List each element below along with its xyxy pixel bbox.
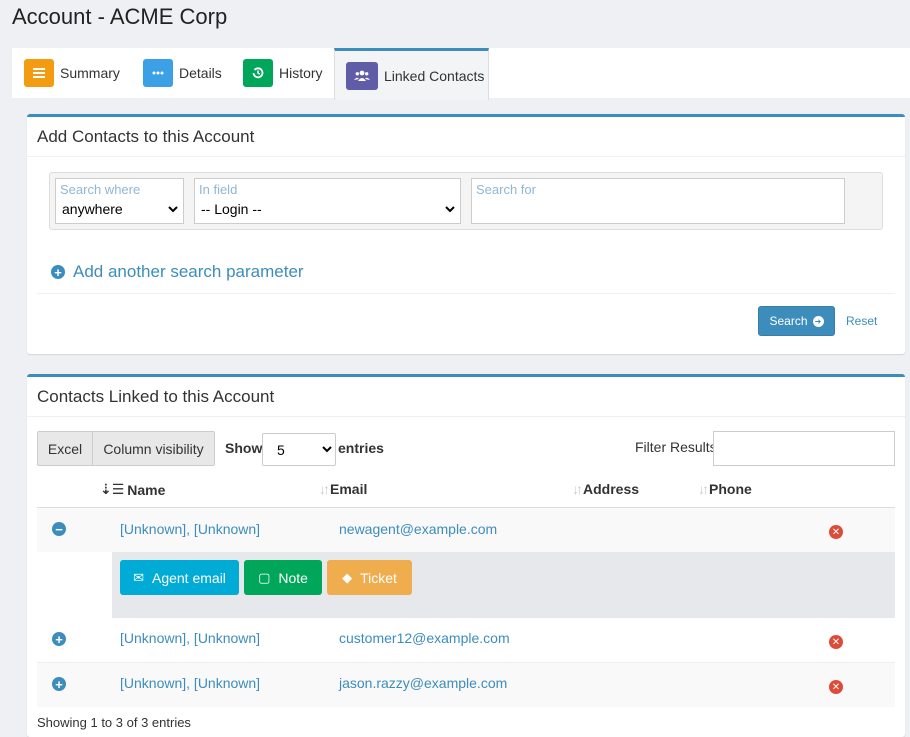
- envelope-icon: ✉: [133, 569, 144, 585]
- arrow-right-circle-icon: ➜: [812, 315, 824, 327]
- contact-email-link[interactable]: newagent@example.com: [339, 521, 497, 537]
- tab-bar: Summary Details History Linked Contacts: [12, 48, 910, 100]
- search-where-label: Search where: [60, 182, 141, 197]
- linked-contacts-panel: Contacts Linked to this Account Excel Co…: [27, 374, 905, 737]
- sort-desc-icon: ⇣☰: [100, 481, 125, 497]
- column-label: Address: [583, 481, 640, 497]
- divider: [37, 293, 895, 294]
- search-for-field[interactable]: Search for: [471, 178, 845, 224]
- row-actions-area: ✉ Agent email ▢ Note ◆ Ticket: [112, 552, 895, 618]
- column-header-phone[interactable]: ↓↑ Phone: [698, 481, 752, 497]
- filter-label: Filter Results: [635, 439, 717, 455]
- contact-name-link[interactable]: [Unknown], [Unknown]: [120, 675, 260, 691]
- list-icon: [24, 59, 54, 87]
- table-row: − [Unknown], [Unknown] newagent@example.…: [37, 508, 895, 552]
- contact-email-link[interactable]: jason.razzy@example.com: [339, 675, 507, 691]
- ticket-button[interactable]: ◆ Ticket: [327, 560, 412, 595]
- in-field-field: In field -- Login --: [194, 178, 461, 224]
- button-label: Note: [278, 569, 308, 586]
- note-button[interactable]: ▢ Note: [244, 560, 322, 595]
- history-icon: [243, 59, 273, 87]
- sort-icon: ↓↑: [698, 481, 709, 497]
- note-icon: ▢: [258, 569, 271, 585]
- column-label: Phone: [709, 481, 752, 497]
- page-title: Account - ACME Corp: [12, 4, 228, 29]
- dots-icon: [143, 59, 173, 87]
- button-label: Agent email: [151, 569, 226, 586]
- minus-circle-icon[interactable]: −: [52, 522, 66, 536]
- remove-icon[interactable]: ✕: [829, 680, 843, 694]
- column-label: Email: [330, 481, 368, 497]
- filter-input[interactable]: [713, 431, 895, 466]
- page-length-select[interactable]: 5: [262, 433, 336, 466]
- search-where-field: Search where anywhere: [55, 178, 184, 224]
- add-param-label: Add another search parameter: [73, 262, 304, 281]
- button-label: Ticket: [360, 569, 397, 586]
- panel-title: Add Contacts to this Account: [27, 117, 905, 157]
- column-header-address[interactable]: ↓↑ Address: [572, 481, 639, 497]
- table-row: + [Unknown], [Unknown] jason.razzy@examp…: [37, 663, 895, 707]
- tab-linked-contacts[interactable]: Linked Contacts: [334, 48, 489, 100]
- column-header-email[interactable]: ↓↑ Email: [319, 481, 367, 497]
- tab-label: Details: [179, 65, 222, 81]
- reset-link[interactable]: Reset: [846, 314, 877, 328]
- column-header-name[interactable]: ⇣☰ Name: [100, 481, 165, 498]
- plus-circle-icon[interactable]: +: [52, 632, 66, 646]
- remove-icon[interactable]: ✕: [829, 525, 843, 539]
- column-visibility-button[interactable]: Column visibility: [92, 431, 215, 466]
- in-field-label: In field: [199, 182, 238, 197]
- search-for-label: Search for: [476, 182, 536, 197]
- row-detail: ✉ Agent email ▢ Note ◆ Ticket: [37, 552, 895, 618]
- agent-email-button[interactable]: ✉ Agent email: [120, 560, 239, 595]
- column-label: Name: [127, 481, 166, 498]
- in-field-select[interactable]: -- Login --: [197, 197, 458, 221]
- table-row: + [Unknown], [Unknown] customer12@exampl…: [37, 618, 895, 662]
- tab-details[interactable]: Details: [143, 48, 222, 98]
- contact-name-link[interactable]: [Unknown], [Unknown]: [120, 521, 260, 537]
- tab-summary[interactable]: Summary: [24, 48, 120, 98]
- sort-icon: ↓↑: [319, 481, 330, 497]
- sort-icon: ↓↑: [572, 481, 583, 497]
- table-info: Showing 1 to 3 of 3 entries: [37, 715, 191, 730]
- tab-label: History: [279, 65, 323, 81]
- tab-label: Summary: [60, 65, 120, 81]
- panel-title: Contacts Linked to this Account: [27, 377, 905, 417]
- users-icon: [346, 61, 378, 90]
- remove-icon[interactable]: ✕: [829, 635, 843, 649]
- search-button-label: Search: [769, 314, 808, 328]
- excel-button[interactable]: Excel: [37, 431, 93, 466]
- ticket-icon: ◆: [342, 569, 353, 585]
- tab-label: Linked Contacts: [384, 67, 485, 84]
- search-button[interactable]: Search ➜: [758, 306, 835, 336]
- search-parameter-row: Search where anywhere In field -- Login …: [49, 172, 883, 230]
- entries-label: entries: [338, 440, 384, 456]
- plus-circle-icon[interactable]: +: [52, 677, 66, 691]
- tab-history[interactable]: History: [243, 48, 323, 98]
- add-search-parameter-link[interactable]: + Add another search parameter: [51, 262, 304, 282]
- show-label: Show: [225, 440, 263, 456]
- search-where-select[interactable]: anywhere: [58, 197, 181, 221]
- plus-circle-icon: +: [51, 265, 65, 279]
- contact-email-link[interactable]: customer12@example.com: [339, 630, 510, 646]
- contact-name-link[interactable]: [Unknown], [Unknown]: [120, 630, 260, 646]
- add-contacts-panel: Add Contacts to this Account Search wher…: [27, 114, 905, 354]
